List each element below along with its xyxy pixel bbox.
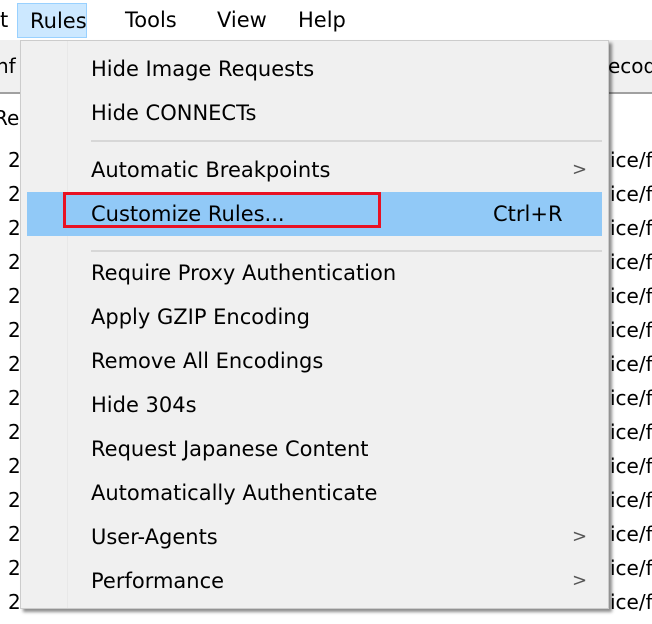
menu-view[interactable]: View (211, 3, 273, 38)
menu-item-label: Hide Image Requests (91, 57, 315, 81)
chevron-right-icon: > (572, 526, 588, 547)
session-row-id[interactable]: 2 (8, 488, 21, 512)
session-row-url[interactable]: ice/f (610, 420, 652, 444)
toolbar-text-left: nf (0, 54, 16, 78)
session-row-id[interactable]: 2 (8, 216, 21, 240)
menu-item-label: Require Proxy Authentication (91, 261, 397, 285)
menu-help[interactable]: Help (292, 3, 352, 38)
menu-separator (91, 140, 602, 142)
session-row-id[interactable]: 2 (8, 556, 21, 580)
menu-item-remove-all-encodings[interactable]: Remove All Encodings (27, 339, 602, 383)
chevron-right-icon: > (572, 570, 588, 591)
menu-item-label: Hide 304s (91, 393, 197, 417)
menu-item-hide-image-requests[interactable]: Hide Image Requests (27, 47, 602, 91)
menu-item-user-agents[interactable]: User-Agents > (27, 515, 602, 559)
session-row-id[interactable]: 2 (8, 420, 21, 444)
session-row-url[interactable]: ice/f (610, 556, 652, 580)
menu-item-label: Automatic Breakpoints (91, 158, 331, 182)
menu-item-label: Automatically Authenticate (91, 481, 378, 505)
menu-item-hide-connects[interactable]: Hide CONNECTs (27, 91, 602, 135)
session-row-id[interactable]: 2 (8, 386, 21, 410)
annotation-highlight-box (63, 192, 381, 228)
session-row-url[interactable]: ice/f (610, 250, 652, 274)
session-row-url[interactable]: ice/f (610, 386, 652, 410)
session-row-id[interactable]: 2 (8, 318, 21, 342)
session-row-url[interactable]: ice/f (610, 522, 652, 546)
menu-item-performance[interactable]: Performance > (27, 559, 602, 603)
menu-bar: t Rules Tools View Help (0, 0, 652, 40)
chevron-right-icon: > (572, 159, 588, 180)
menu-separator (91, 250, 602, 252)
menu-item-require-proxy-authentication[interactable]: Require Proxy Authentication (27, 251, 602, 295)
session-row-id[interactable]: 2 (8, 454, 21, 478)
menu-item-label: Hide CONNECTs (91, 101, 257, 125)
menu-tools[interactable]: Tools (119, 3, 183, 38)
session-row-id[interactable]: 2 (8, 522, 21, 546)
session-row-url[interactable]: ice/f (610, 488, 652, 512)
menu-rules[interactable]: Rules (17, 3, 87, 38)
menu-edit[interactable]: t (0, 3, 14, 38)
column-header: Re (0, 106, 20, 130)
session-row-url[interactable]: ice/f (610, 284, 652, 308)
menu-item-automatic-breakpoints[interactable]: Automatic Breakpoints > (27, 148, 602, 192)
session-row-url[interactable]: ice/f (610, 216, 652, 240)
menu-item-label: Apply GZIP Encoding (91, 305, 310, 329)
toolbar-text-right: ecod (608, 54, 652, 78)
menu-item-label: Performance (91, 569, 225, 593)
session-row-id[interactable]: 2 (8, 148, 21, 172)
session-row-id[interactable]: 2 (8, 250, 21, 274)
session-row-url[interactable]: ice/f (610, 352, 652, 376)
menu-item-label: Remove All Encodings (91, 349, 324, 373)
menu-item-label: Request Japanese Content (91, 437, 369, 461)
session-row-id[interactable]: 2 (8, 182, 21, 206)
session-row-url[interactable]: ice/f (610, 148, 652, 172)
menu-item-apply-gzip-encoding[interactable]: Apply GZIP Encoding (27, 295, 602, 339)
session-row-id[interactable]: 2 (8, 352, 21, 376)
session-row-url[interactable]: ice/f (610, 590, 652, 614)
menu-item-hide-304s[interactable]: Hide 304s (27, 383, 602, 427)
menu-item-label: User-Agents (91, 525, 218, 549)
session-row-id[interactable]: 2 (8, 590, 21, 614)
session-row-url[interactable]: ice/f (610, 318, 652, 342)
shortcut-label: Ctrl+R (493, 202, 563, 226)
session-row-url[interactable]: ice/f (610, 454, 652, 478)
session-row-id[interactable]: 2 (8, 284, 21, 308)
rules-menu: Hide Image Requests Hide CONNECTs Automati… (20, 40, 609, 609)
menu-item-automatically-authenticate[interactable]: Automatically Authenticate (27, 471, 602, 515)
session-row-url[interactable]: ice/f (610, 182, 652, 206)
menu-item-request-japanese-content[interactable]: Request Japanese Content (27, 427, 602, 471)
